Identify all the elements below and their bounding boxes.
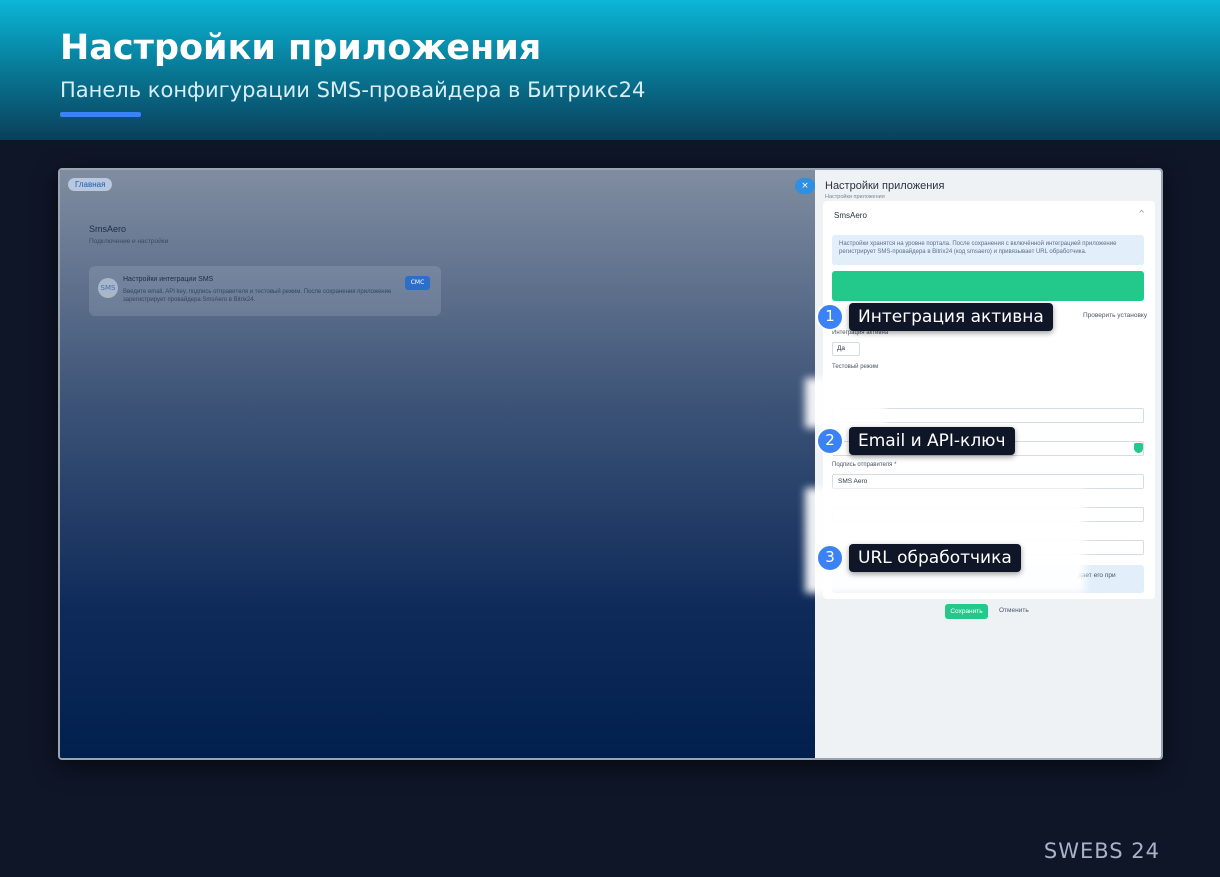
callout-label: URL обработчика — [849, 544, 1021, 572]
sms-button[interactable]: СМС — [405, 276, 430, 290]
settings-title: Настройки приложения — [825, 180, 945, 192]
status-banner — [832, 271, 1144, 301]
sender-field[interactable]: SMS Aero — [832, 474, 1144, 489]
page-subtitle: Панель конфигурации SMS-провайдера в Бит… — [60, 78, 646, 102]
callout-number: 2 — [816, 427, 844, 455]
close-slider-button[interactable]: × — [795, 178, 815, 194]
app-subtitle: Подключение и настройки — [89, 238, 169, 245]
settings-panel: Настройки приложения Настройки приложени… — [815, 170, 1161, 758]
integration-card-title: Настройки интеграции SMS — [123, 276, 214, 283]
save-button[interactable]: Сохранить — [945, 604, 988, 619]
integration-select[interactable]: Да — [832, 342, 860, 356]
app-screenshot: Главная × SmsAero Подключение и настройк… — [58, 168, 1163, 760]
callout-1: 1 Интеграция активна — [816, 303, 1053, 331]
sms-logo-icon: SMS — [98, 278, 118, 298]
settings-breadcrumb: Настройки приложения — [825, 194, 885, 200]
info-box: Настройки хранятся на уровне портала. По… — [832, 235, 1144, 265]
integration-card: SMS Настройки интеграции SMS Введите ema… — [89, 266, 441, 316]
page-title: Настройки приложения — [60, 28, 542, 68]
callout-number: 3 — [816, 544, 844, 572]
blur-mask — [805, 378, 885, 428]
portal-background: Главная × SmsAero Подключение и настройк… — [60, 170, 815, 758]
callout-2: 2 Email и API-ключ — [816, 427, 1015, 455]
app-title: SmsAero — [89, 224, 127, 234]
blur-mask — [805, 488, 1085, 593]
brand-logo: SWEBS 24 — [1043, 839, 1160, 863]
shield-icon — [1134, 443, 1143, 453]
accent-underline — [60, 112, 141, 117]
chevron-up-icon[interactable]: ^ — [1138, 209, 1145, 218]
cancel-button[interactable]: Отменить — [999, 607, 1029, 614]
callout-3: 3 URL обработчика — [816, 544, 1021, 572]
check-install-link[interactable]: Проверить установку — [1083, 312, 1147, 319]
callout-label: Email и API-ключ — [849, 427, 1015, 455]
callout-number: 1 — [816, 303, 844, 331]
integration-card-description: Введите email, API key, подпись отправит… — [123, 289, 392, 303]
header-banner: Настройки приложения Панель конфигурации… — [0, 0, 1220, 140]
callout-label: Интеграция активна — [849, 303, 1053, 331]
test-mode-label: Тестовый режим — [832, 364, 879, 370]
sender-label: Подпись отправителя * — [832, 462, 897, 468]
breadcrumb-home[interactable]: Главная — [68, 178, 113, 191]
section-header[interactable]: SmsAero — [834, 211, 867, 220]
